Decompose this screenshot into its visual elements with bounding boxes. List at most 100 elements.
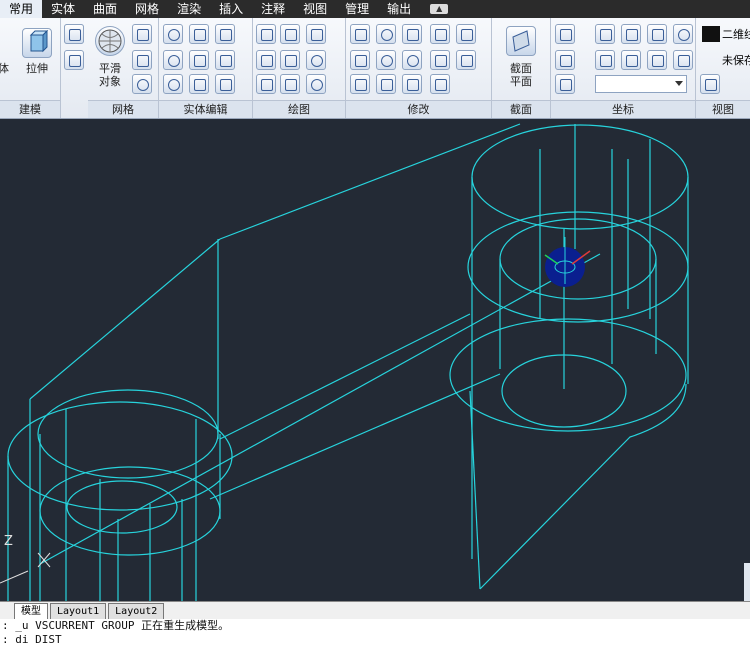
- menu-tab-1[interactable]: 实体: [42, 0, 84, 18]
- panel-coordinates: 坐标: [551, 18, 696, 118]
- solid-edit-tool-6[interactable]: [215, 50, 235, 70]
- menu-tab-8[interactable]: 管理: [336, 0, 378, 18]
- modify-tool-2[interactable]: [376, 24, 396, 44]
- panel-solid-edit: 实体编辑: [159, 18, 253, 118]
- command-history-line-2: : di DIST: [2, 633, 62, 646]
- solid-edit-tool-2[interactable]: [189, 24, 209, 44]
- menu-tab-2[interactable]: 曲面: [84, 0, 126, 18]
- section-plane-button[interactable]: [506, 26, 536, 56]
- modify-tool-11[interactable]: [350, 74, 370, 94]
- wireframe-model[interactable]: Z: [0, 119, 750, 601]
- draw-line-button[interactable]: [280, 50, 300, 70]
- panel-modify: 修改: [346, 18, 492, 118]
- solid-edit-tool-1[interactable]: [163, 24, 183, 44]
- draw-arc-button[interactable]: [306, 24, 326, 44]
- extrude-button[interactable]: [22, 28, 52, 58]
- move-button[interactable]: [402, 24, 422, 44]
- modify-tool-12[interactable]: [376, 74, 396, 94]
- rotate-button[interactable]: [402, 50, 422, 70]
- solid-edit-tool-9[interactable]: [215, 74, 235, 94]
- erase-button[interactable]: [430, 74, 450, 94]
- view-tool[interactable]: [700, 74, 720, 94]
- panel-view: 二维线 未保存 视图: [696, 18, 750, 118]
- modeling-left-label: 体: [0, 62, 9, 75]
- solid-edit-tool-8[interactable]: [189, 74, 209, 94]
- fillet-button[interactable]: [456, 50, 476, 70]
- smooth-label-2: 对象: [99, 75, 121, 88]
- ucs-dropdown[interactable]: [595, 75, 687, 93]
- draw-ellipse-button[interactable]: [306, 74, 326, 94]
- modify-tool-4[interactable]: [430, 24, 450, 44]
- menu-tab-3[interactable]: 网格: [126, 0, 168, 18]
- modify-tool-7[interactable]: [376, 50, 396, 70]
- solid-edit-tool-4[interactable]: [163, 50, 183, 70]
- draw-circle-button[interactable]: [306, 50, 326, 70]
- modify-tool-13[interactable]: [402, 74, 422, 94]
- panel-mesh: 平滑 对象 网格: [88, 18, 159, 118]
- ucs-tool-5[interactable]: [673, 24, 693, 44]
- ucs-tool-1[interactable]: [555, 24, 575, 44]
- draw-polygon-button[interactable]: [256, 74, 276, 94]
- ucs-tool-8[interactable]: [621, 50, 641, 70]
- panel-mesh-title: 网格: [88, 100, 158, 118]
- ucs-tool-3[interactable]: [621, 24, 641, 44]
- panel-section: 截面 平面 截面: [492, 18, 551, 118]
- section-plane-label-1: 截面: [510, 62, 532, 75]
- panel-view-title: 视图: [696, 100, 750, 118]
- command-history-line-1: : _u VSCURRENT GROUP 正在重生成模型。: [2, 619, 230, 632]
- ucs-tool-9[interactable]: [647, 50, 667, 70]
- layout-tab-2[interactable]: Layout2: [108, 603, 165, 619]
- menu-tab-4[interactable]: 渲染: [168, 0, 210, 18]
- mesh-tool-3[interactable]: [132, 74, 152, 94]
- viewport-scroll-handle[interactable]: [744, 563, 750, 601]
- smooth-label-1: 平滑: [99, 62, 121, 75]
- draw-rectangle-button[interactable]: [280, 74, 300, 94]
- modeling-tool-3[interactable]: [64, 50, 84, 70]
- panel-modeling: 体 拉伸 建模: [0, 18, 84, 118]
- extrude-icon: [29, 29, 49, 53]
- trim-button[interactable]: [456, 24, 476, 44]
- menu-bar: 常用 实体 曲面 网格 渲染 插入 注释 视图 管理 输出 ▲: [0, 0, 750, 18]
- layout-tab-1[interactable]: Layout1: [50, 603, 107, 619]
- section-plane-label-2: 平面: [510, 75, 532, 88]
- menu-tab-9[interactable]: 输出: [378, 0, 420, 18]
- smooth-object-button[interactable]: [95, 26, 125, 56]
- ucs-tool-6[interactable]: [555, 50, 575, 70]
- draw-polyline-button[interactable]: [256, 24, 276, 44]
- menu-tab-5[interactable]: 插入: [210, 0, 252, 18]
- draw-spline-button[interactable]: [256, 50, 276, 70]
- ribbon: 体 拉伸 建模 平滑 对象 网格 实体编辑 绘图 修改 截面 平面 截面 坐标 …: [0, 18, 750, 119]
- panel-coordinates-title: 坐标: [551, 100, 695, 118]
- layout-tab-0[interactable]: 模型: [14, 603, 48, 619]
- mesh-tool-2[interactable]: [132, 50, 152, 70]
- modify-tool-6[interactable]: [350, 50, 370, 70]
- menu-tab-0[interactable]: 常用: [0, 0, 43, 18]
- panel-modeling-title: 建模: [0, 100, 60, 118]
- visual-style-label[interactable]: 二维线: [722, 26, 750, 42]
- modify-tool-1[interactable]: [350, 24, 370, 44]
- ucs-tool-10[interactable]: [673, 50, 693, 70]
- solid-edit-tool-3[interactable]: [215, 24, 235, 44]
- menu-tab-7[interactable]: 视图: [294, 0, 336, 18]
- modeling-tool-2[interactable]: [64, 24, 84, 44]
- layout-nav-arrows[interactable]: [0, 604, 14, 619]
- solid-edit-tool-7[interactable]: [163, 74, 183, 94]
- draw-tool-2[interactable]: [280, 24, 300, 44]
- command-line[interactable]: : _u VSCURRENT GROUP 正在重生成模型。 : di DIST: [0, 619, 750, 649]
- chevron-down-icon: [675, 81, 683, 86]
- modify-tool-9[interactable]: [430, 50, 450, 70]
- ucs-z-label: Z: [4, 534, 13, 549]
- unsaved-view-label[interactable]: 未保存: [722, 52, 750, 68]
- panel-modify-title: 修改: [346, 100, 491, 118]
- solid-edit-tool-5[interactable]: [189, 50, 209, 70]
- ucs-tool-7[interactable]: [595, 50, 615, 70]
- drawing-viewport[interactable]: Z: [0, 119, 750, 601]
- mesh-tool-1[interactable]: [132, 24, 152, 44]
- menu-tab-6[interactable]: 注释: [252, 0, 294, 18]
- ucs-tool-4[interactable]: [647, 24, 667, 44]
- extrude-label: 拉伸: [26, 62, 48, 75]
- ucs-tool-2[interactable]: [595, 24, 615, 44]
- window-toggle-button[interactable]: ▲: [426, 0, 452, 18]
- mesh-sphere-icon: [98, 29, 122, 53]
- ucs-tool-11[interactable]: [555, 74, 575, 94]
